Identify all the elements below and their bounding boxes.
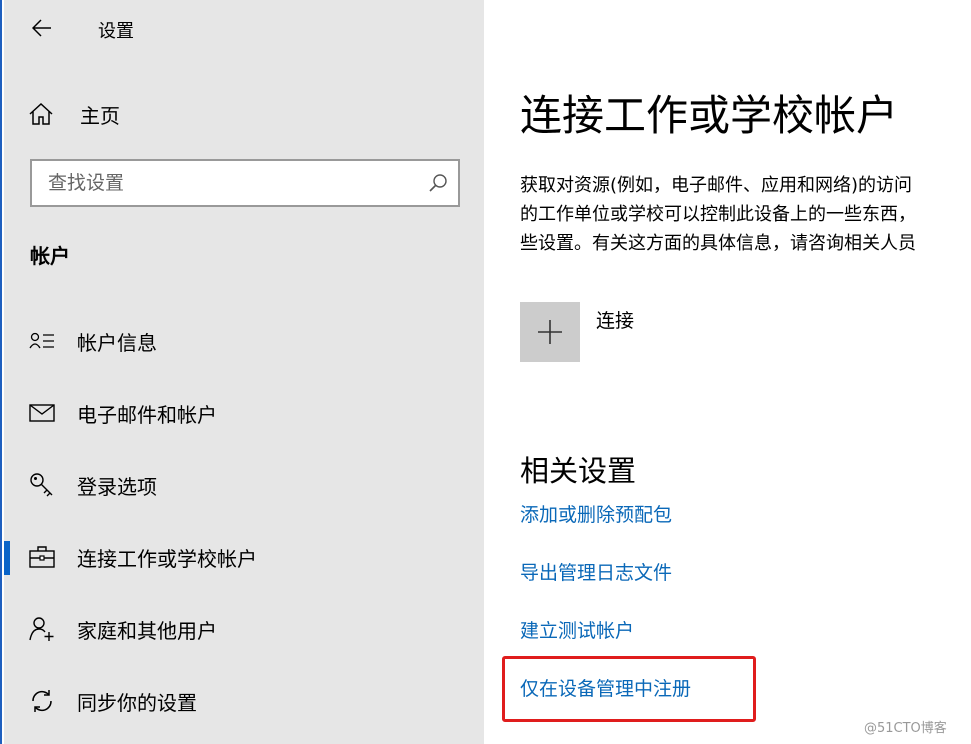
sidebar-item-home[interactable]: 主页	[28, 94, 458, 134]
sidebar-item-label: 连接工作或学校帐户	[77, 546, 257, 571]
watermark: @51CTO博客	[864, 721, 947, 736]
connect-button[interactable]	[520, 302, 580, 362]
sidebar-item-signin-options[interactable]: 登录选项	[6, 457, 484, 513]
sidebar-item-label: 帐户信息	[77, 330, 157, 355]
red-highlight-box	[502, 656, 756, 722]
page-title: 连接工作或学校帐户	[520, 91, 899, 140]
home-label: 主页	[80, 103, 120, 128]
sidebar: 设置 主页 帐户	[4, 0, 484, 744]
description-line: 些设置。有关这方面的具体信息，请咨询相关人员	[520, 233, 916, 254]
sidebar-item-label: 同步你的设置	[77, 690, 197, 715]
sync-icon	[28, 687, 56, 715]
search-input[interactable]	[32, 171, 418, 195]
sidebar-item-email[interactable]: 电子邮件和帐户	[6, 385, 484, 441]
home-icon	[29, 102, 53, 125]
sidebar-item-work-school[interactable]: 连接工作或学校帐户	[4, 529, 484, 585]
sidebar-item-label: 家庭和其他用户	[77, 618, 217, 643]
link-setup-test-account[interactable]: 建立测试帐户	[520, 616, 634, 643]
sidebar-item-account-info[interactable]: 帐户信息	[6, 313, 484, 369]
add-person-icon	[28, 615, 56, 643]
related-settings-title: 相关设置	[520, 454, 637, 488]
settings-window: 设置 主页 帐户	[0, 0, 971, 744]
plus-icon	[538, 320, 562, 344]
back-arrow-icon	[32, 19, 51, 37]
sidebar-item-sync[interactable]: 同步你的设置	[6, 673, 484, 729]
description-line: 的工作单位或学校可以控制此设备上的一些东西，	[520, 204, 916, 225]
search-icon[interactable]	[418, 173, 458, 193]
account-info-icon	[28, 327, 56, 355]
sidebar-item-label: 电子邮件和帐户	[77, 402, 217, 427]
sidebar-item-family[interactable]: 家庭和其他用户	[6, 601, 484, 657]
window-title: 设置	[98, 21, 134, 42]
sidebar-item-label: 登录选项	[77, 474, 157, 499]
briefcase-icon	[28, 543, 56, 571]
back-button[interactable]	[26, 12, 58, 44]
connect-label[interactable]: 连接	[596, 306, 634, 333]
section-title: 帐户	[30, 244, 70, 268]
description-line: 获取对资源(例如，电子邮件、应用和网络)的访问	[520, 175, 913, 196]
link-add-remove-provisioning-package[interactable]: 添加或删除预配包	[520, 500, 672, 527]
link-export-management-log[interactable]: 导出管理日志文件	[520, 558, 672, 585]
description: 获取对资源(例如，电子邮件、应用和网络)的访问 的工作单位或学校可以控制此设备上…	[520, 171, 971, 258]
mail-icon	[28, 399, 56, 427]
key-icon	[28, 471, 56, 499]
search-box[interactable]	[30, 159, 460, 207]
main-content: 连接工作或学校帐户 获取对资源(例如，电子邮件、应用和网络)的访问 的工作单位或…	[484, 0, 971, 744]
